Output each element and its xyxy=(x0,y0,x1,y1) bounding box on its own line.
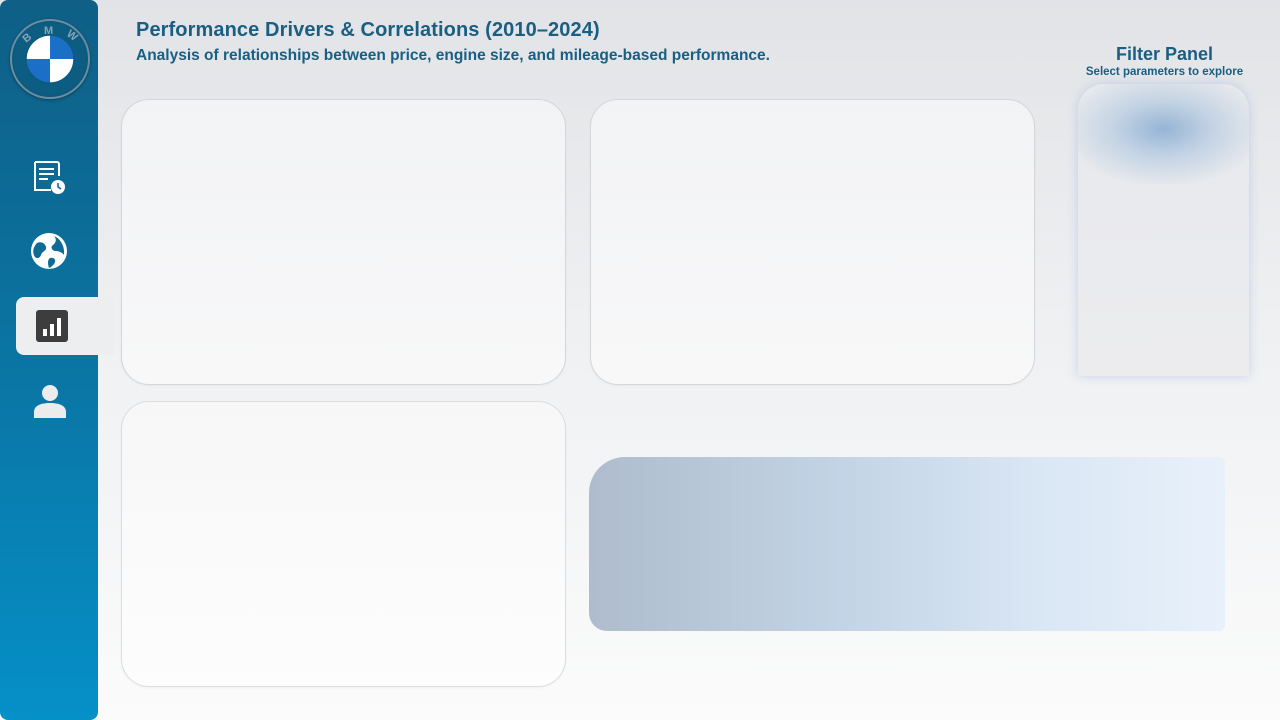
chart-card-price-mileage xyxy=(590,99,1035,385)
chart-card-engine-mileage xyxy=(121,401,566,687)
bmw-roundel-icon: B M W xyxy=(20,25,80,84)
filter-panel-glow xyxy=(1078,84,1249,184)
sidebar-item-analytics[interactable] xyxy=(16,297,114,355)
insight-banner xyxy=(589,457,1225,631)
bmw-logo[interactable]: B M W xyxy=(10,19,90,99)
user-icon xyxy=(34,385,66,418)
bar-chart-icon xyxy=(36,310,68,342)
globe-icon xyxy=(31,233,67,269)
page-title: Performance Drivers & Correlations (2010… xyxy=(136,19,600,41)
sidebar-item-globe[interactable] xyxy=(0,222,98,280)
page-subtitle: Analysis of relationships between price,… xyxy=(136,47,770,64)
report-clock-icon xyxy=(34,161,65,194)
logo-letter-m: M xyxy=(44,25,53,37)
sidebar: B M W xyxy=(0,0,114,720)
chart-card-price-engine xyxy=(121,99,566,385)
sidebar-item-profile[interactable] xyxy=(0,372,98,430)
filter-panel[interactable] xyxy=(1078,84,1249,376)
filter-panel-subtitle: Select parameters to explore xyxy=(1085,66,1244,78)
filter-panel-title: Filter Panel xyxy=(1115,44,1214,64)
sidebar-item-reports[interactable] xyxy=(0,148,98,206)
